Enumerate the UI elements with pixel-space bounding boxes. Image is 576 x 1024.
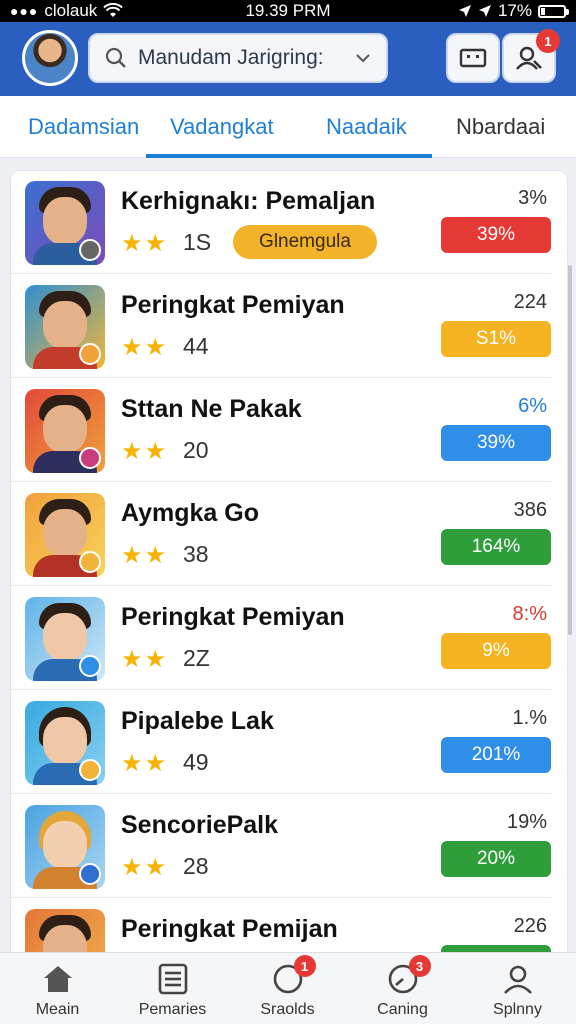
player-name: Aymgka Go bbox=[121, 499, 260, 527]
person-icon bbox=[503, 965, 532, 994]
player-name: SencoriePalk bbox=[121, 811, 279, 839]
home-icon bbox=[43, 966, 72, 992]
player-name: Peringkat Pemijan bbox=[121, 915, 338, 943]
row-stat: 19% bbox=[506, 811, 547, 833]
player-name: Sttan Ne Pakak bbox=[121, 395, 302, 423]
player-score: 44 bbox=[183, 333, 209, 359]
battery-icon bbox=[538, 4, 569, 18]
nav-label: Splnny bbox=[493, 1001, 542, 1018]
row-stat: 226 bbox=[513, 915, 547, 937]
emblem-icon bbox=[79, 863, 101, 885]
percent-pill[interactable]: 39% bbox=[441, 217, 551, 253]
row-stat: 386 bbox=[513, 499, 547, 521]
game-controller-icon bbox=[459, 48, 487, 68]
tab-dadamsian[interactable]: Dadamsian bbox=[28, 114, 139, 140]
ranking-list: Kerhignakı: Pemaljan ★★ 1S Glnemgula 3% … bbox=[10, 170, 568, 970]
player-name: Pipalebe Lak bbox=[121, 707, 274, 735]
row-stat: 8:% bbox=[512, 603, 547, 625]
percent-pill[interactable]: 20% bbox=[441, 841, 551, 877]
star-rating: ★★ bbox=[121, 542, 169, 569]
nav-label: Pemaries bbox=[138, 1001, 207, 1018]
list-item[interactable]: Pipalebe Lak ★★ 49 1.% 201% bbox=[11, 691, 551, 794]
nav-badge: 1 bbox=[293, 955, 316, 977]
nav-badge: 3 bbox=[408, 955, 431, 977]
player-name: Peringkat Pemiyan bbox=[121, 291, 345, 319]
row-stat: 1.% bbox=[512, 707, 547, 729]
emblem-icon bbox=[79, 447, 101, 469]
star-rating: ★★ bbox=[121, 750, 169, 777]
player-thumbnail bbox=[25, 597, 105, 681]
list-icon bbox=[158, 963, 187, 995]
player-thumbnail bbox=[25, 389, 105, 473]
bottom-nav: Meain Pemaries 1 Sraolds 3 Caning Splnny bbox=[0, 952, 576, 1024]
player-thumbnail bbox=[25, 701, 105, 785]
row-stat: 6% bbox=[518, 395, 547, 417]
player-thumbnail bbox=[25, 805, 105, 889]
tab-bar: Dadamsian Vadangkat Naadaik Nbardaai bbox=[0, 96, 576, 158]
nav-label: Sraolds bbox=[260, 1001, 315, 1018]
player-thumbnail bbox=[25, 493, 105, 577]
list-item[interactable]: Kerhignakı: Pemaljan ★★ 1S Glnemgula 3% … bbox=[11, 171, 551, 274]
emblem-icon bbox=[79, 759, 101, 781]
percent-pill[interactable]: 39% bbox=[441, 425, 551, 461]
nav-splnny[interactable]: Splnny bbox=[460, 961, 575, 1019]
active-tab-indicator bbox=[146, 154, 432, 158]
nav-label: Meain bbox=[35, 1001, 80, 1018]
star-rating: ★★ bbox=[121, 646, 169, 673]
nav-sraolds[interactable]: 1 Sraolds bbox=[230, 955, 345, 1019]
search-dropdown[interactable]: Manudam Jarigring: bbox=[88, 33, 388, 83]
chevron-down-icon bbox=[356, 54, 370, 63]
percent-pill[interactable]: 164% bbox=[441, 529, 551, 565]
percent-pill[interactable]: S1% bbox=[441, 321, 551, 357]
star-rating: ★★ bbox=[121, 438, 169, 465]
player-tag[interactable]: Glnemgula bbox=[233, 225, 377, 259]
emblem-icon bbox=[79, 343, 101, 365]
player-score: 2Z bbox=[183, 645, 210, 671]
star-rating: ★★ bbox=[121, 334, 169, 361]
player-score: 28 bbox=[183, 853, 209, 879]
player-score: 1S bbox=[183, 229, 212, 255]
battery-percent: 17% bbox=[497, 1, 532, 20]
list-item[interactable]: SencoriePalk ★★ 28 19% 20% bbox=[11, 795, 551, 898]
list-item[interactable]: Peringkat Pemiyan ★★ 44 224 S1% bbox=[11, 275, 551, 378]
percent-pill[interactable]: 201% bbox=[441, 737, 551, 773]
notification-badge: 1 bbox=[536, 29, 560, 53]
list-item[interactable]: Peringkat Pemiyan ★★ 2Z 8:% 9% bbox=[11, 587, 551, 690]
search-icon bbox=[105, 47, 126, 68]
star-rating: ★★ bbox=[121, 230, 169, 257]
list-item[interactable]: Aymgka Go ★★ 38 386 164% bbox=[11, 483, 551, 586]
status-bar: ●●● clolauk 19.39 PRM 17% bbox=[0, 0, 576, 22]
nav-caning[interactable]: 3 Caning bbox=[345, 955, 460, 1019]
player-score: 20 bbox=[183, 437, 209, 463]
nav-pemaries[interactable]: Pemaries bbox=[115, 961, 230, 1019]
tab-nbardaai[interactable]: Nbardaai bbox=[456, 114, 545, 140]
row-stat: 3% bbox=[518, 187, 547, 209]
player-name: Peringkat Pemiyan bbox=[121, 603, 345, 631]
emblem-icon bbox=[79, 655, 101, 677]
emblem-icon bbox=[79, 551, 101, 573]
scrollbar[interactable] bbox=[568, 265, 572, 635]
nav-label: Caning bbox=[377, 1001, 428, 1018]
star-rating: ★★ bbox=[121, 854, 169, 881]
player-score: 38 bbox=[183, 541, 209, 567]
percent-pill[interactable]: 9% bbox=[441, 633, 551, 669]
profile-search-button[interactable]: 1 bbox=[502, 29, 560, 83]
player-score: 49 bbox=[183, 749, 209, 775]
list-item[interactable]: Sttan Ne Pakak ★★ 20 6% 39% bbox=[11, 379, 551, 482]
tab-vadangkat[interactable]: Vadangkat bbox=[170, 114, 274, 140]
location-arrow-icon bbox=[458, 5, 471, 17]
player-thumbnail bbox=[25, 285, 105, 369]
app-header: Manudam Jarigring: 1 bbox=[0, 22, 576, 96]
grid-button[interactable] bbox=[446, 33, 500, 83]
gear-icon bbox=[79, 239, 101, 261]
signal-arrow-icon bbox=[478, 5, 491, 17]
search-text: Manudam Jarigring: bbox=[138, 46, 324, 69]
tab-naadaik[interactable]: Naadaik bbox=[326, 114, 407, 140]
nav-meain[interactable]: Meain bbox=[0, 961, 115, 1019]
player-name: Kerhignakı: Pemaljan bbox=[121, 187, 376, 215]
avatar[interactable] bbox=[22, 30, 78, 86]
row-stat: 224 bbox=[513, 291, 547, 313]
player-thumbnail bbox=[25, 181, 105, 265]
